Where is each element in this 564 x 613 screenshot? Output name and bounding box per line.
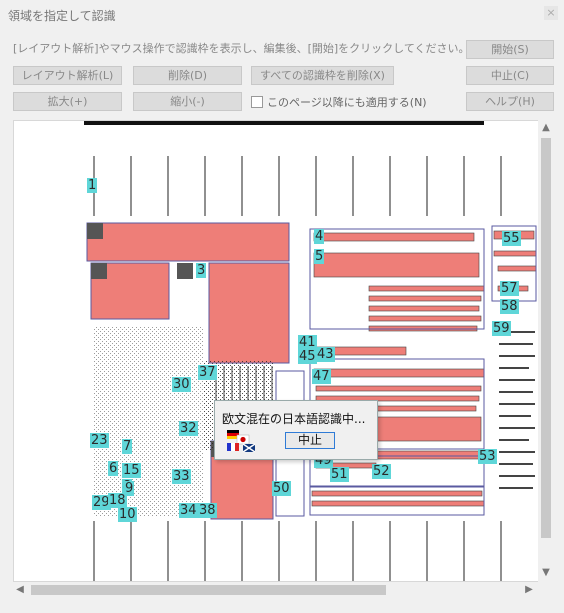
recognition-progress-dialog: 欧文混在の日本語認識中... 中止	[214, 400, 378, 460]
stop-button[interactable]: 中止(C)	[466, 66, 554, 85]
region-label[interactable]: 51	[330, 467, 349, 482]
page-preview[interactable]: 1 3 4 5 30 32 33 34 37 38 40 41 43 45 47…	[13, 120, 539, 582]
region-label[interactable]: 15	[122, 463, 141, 478]
chevron-right-icon[interactable]: ▶	[523, 583, 535, 597]
region-label[interactable]: 55	[502, 231, 521, 246]
region-label[interactable]: 1	[87, 178, 98, 193]
region-label[interactable]: 23	[90, 433, 109, 448]
region-label[interactable]: 38	[198, 503, 217, 518]
language-flags-icon	[227, 430, 255, 452]
dialog-cancel-button[interactable]: 中止	[285, 432, 335, 449]
region-label[interactable]: 5	[314, 249, 325, 264]
chevron-down-icon[interactable]: ▼	[540, 566, 552, 580]
region-label[interactable]: 53	[478, 449, 497, 464]
dialog-message: 欧文混在の日本語認識中...	[222, 412, 366, 426]
window-title: 領域を指定して認識	[8, 9, 116, 23]
region-label[interactable]: 47	[312, 369, 331, 384]
region-label[interactable]: 43	[316, 347, 335, 362]
region-label[interactable]: 52	[372, 464, 391, 479]
zoom-out-button[interactable]: 縮小(-)	[133, 92, 242, 111]
delete-all-button[interactable]: すべての認識枠を削除(X)	[251, 66, 394, 85]
region-label[interactable]: 41	[298, 335, 317, 350]
region-label[interactable]: 6	[108, 461, 119, 476]
region-label[interactable]: 58	[500, 299, 519, 314]
help-button[interactable]: ヘルプ(H)	[466, 92, 554, 111]
checkbox-label: このページ以降にも適用する(N)	[267, 96, 427, 109]
chevron-left-icon[interactable]: ◀	[14, 583, 26, 597]
region-label[interactable]: 45	[298, 349, 317, 364]
close-icon[interactable]: ×	[544, 6, 558, 20]
instruction-text: [レイアウト解析]やマウス操作で認識枠を表示し、編集後、[開始]をクリックしてく…	[13, 42, 470, 55]
delete-button[interactable]: 削除(D)	[133, 66, 242, 85]
region-label[interactable]: 3	[196, 263, 207, 278]
chevron-up-icon[interactable]: ▲	[540, 121, 552, 135]
region-label[interactable]: 10	[118, 507, 137, 522]
horizontal-scroll-thumb[interactable]	[31, 585, 386, 595]
region-label[interactable]: 37	[198, 365, 217, 380]
layout-analysis-button[interactable]: レイアウト解析(L)	[13, 66, 122, 85]
vertical-scroll-thumb[interactable]	[541, 138, 551, 538]
region-label[interactable]: 7	[122, 439, 133, 454]
apply-following-pages-checkbox[interactable]: このページ以降にも適用する(N)	[251, 94, 427, 110]
horizontal-scrollbar[interactable]: ◀ ▶	[13, 582, 538, 598]
start-button[interactable]: 開始(S)	[466, 40, 554, 59]
checkbox-box[interactable]	[251, 96, 263, 108]
zoom-in-button[interactable]: 拡大(+)	[13, 92, 122, 111]
title-bar: 領域を指定して認識 ×	[0, 0, 564, 30]
region-label[interactable]: 57	[500, 281, 519, 296]
vertical-scrollbar[interactable]: ▲ ▼	[538, 120, 554, 582]
region-label[interactable]: 32	[179, 421, 198, 436]
region-label[interactable]: 34	[179, 503, 198, 518]
region-label[interactable]: 4	[314, 229, 325, 244]
region-label[interactable]: 59	[492, 321, 511, 336]
region-label[interactable]: 50	[272, 481, 291, 496]
region-label[interactable]: 30	[172, 377, 191, 392]
region-label[interactable]: 18	[108, 493, 127, 508]
region-label[interactable]: 33	[172, 469, 191, 484]
